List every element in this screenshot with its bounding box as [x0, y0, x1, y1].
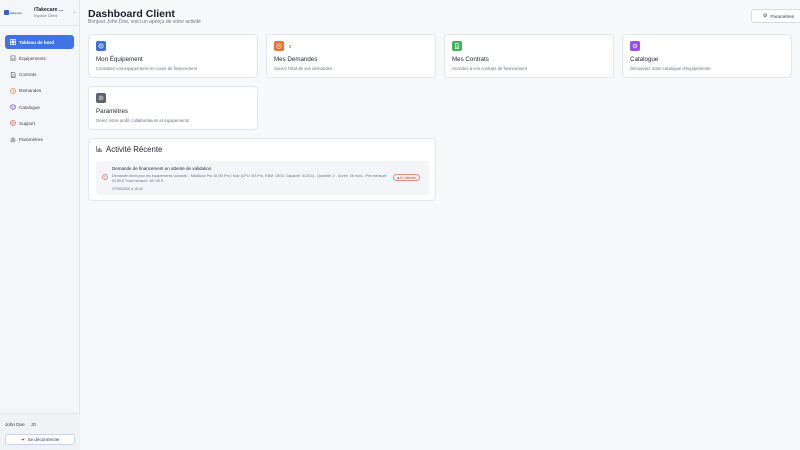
activity-description: Demande client pour les équipements suiv… [112, 174, 388, 183]
logout-button[interactable]: ⇥ Se déconnecter [5, 434, 75, 445]
clock-icon [9, 87, 16, 94]
status-badge-label: En attente [400, 175, 416, 180]
sidebar-item-catalogue[interactable]: Catalogue [5, 101, 74, 114]
card-mes-demandes[interactable]: 0 Mes Demandes Suivez l'état de vos dema… [266, 34, 436, 78]
sidebar-item-label: Catalogue [19, 104, 40, 110]
sidebar-item-label: Équipements [19, 55, 46, 61]
settings-label: Paramètres [770, 13, 795, 19]
box-icon [9, 104, 16, 111]
page-subtitle: Bonjour John Doe, voici un aperçu de vot… [88, 19, 201, 25]
card-title: Mon Équipement [96, 56, 143, 63]
sidebar-item-tableau-de-bord[interactable]: Tableau de bord [5, 35, 74, 49]
gear-icon [96, 93, 106, 103]
logout-icon: ⇥ [20, 436, 25, 443]
recent-activity-title: Activité Récente [106, 145, 163, 154]
help-icon [9, 120, 16, 127]
hourglass-icon: ⧗ [397, 175, 400, 180]
card-title: Mes Demandes [274, 56, 318, 63]
brand-name: iTakecare ... [34, 7, 64, 13]
dashboard-icon [9, 39, 16, 46]
sidebar-item-demandes[interactable]: Demandes [5, 84, 74, 97]
sidebar-item-label: Contrats [19, 72, 37, 78]
logo-mark [4, 10, 9, 15]
chevron-left-icon[interactable]: ‹ [73, 10, 75, 16]
user-name: John Doe [5, 421, 25, 427]
document-icon [9, 71, 16, 78]
clock-icon [274, 41, 284, 51]
logout-label: Se déconnecter [27, 437, 60, 442]
activity-date: 27/06/2025 à 16:42 [112, 187, 143, 191]
activity-title: Demande de financement en attente de val… [112, 166, 212, 171]
sidebar-item-parametres[interactable]: Paramètres [5, 133, 74, 146]
user-info: John Doe JD [5, 414, 75, 434]
card-description: Accédez à vos contrats de financement [452, 66, 527, 71]
document-icon [452, 41, 462, 51]
sidebar: itakecare iTakecare ... Espace Client ‹ … [0, 0, 80, 450]
recent-activity-panel: Activité Récente Demande de financement … [88, 138, 436, 201]
user-initials: JD [30, 421, 37, 427]
card-title: Catalogue [630, 56, 659, 63]
bar-chart-icon [96, 145, 102, 154]
sidebar-item-contrats[interactable]: Contrats [5, 68, 74, 81]
status-badge: ⧗ En attente [393, 174, 420, 181]
card-description: Découvrez notre catalogue d'équipements [630, 66, 711, 71]
gear-icon [9, 136, 16, 143]
sidebar-item-support[interactable]: Support [5, 117, 74, 130]
card-parametres[interactable]: Paramètres Gérez votre profil, collabora… [88, 86, 258, 130]
sidebar-nav: Tableau de bord Équipements Contrats Dem… [0, 26, 79, 146]
card-catalogue[interactable]: Catalogue Découvrez notre catalogue d'éq… [622, 34, 792, 78]
brand-logo[interactable]: itakecare [4, 9, 24, 17]
card-mes-contrats[interactable]: Mes Contrats Accédez à vos contrats de f… [444, 34, 614, 78]
monitor-icon [96, 41, 106, 51]
sidebar-item-label: Tableau de bord [19, 39, 55, 45]
card-title: Mes Contrats [452, 56, 489, 63]
activity-item[interactable]: Demande de financement en attente de val… [96, 161, 429, 195]
sidebar-item-label: Support [19, 120, 36, 126]
brand-header: itakecare iTakecare ... Espace Client ‹ [0, 0, 79, 26]
card-description: Consultez vos équipements en cours de fi… [96, 66, 198, 71]
gear-icon: ⚙ [762, 13, 768, 19]
logo-text: itakecare [10, 10, 23, 15]
sidebar-item-equipements[interactable]: Équipements [5, 52, 74, 65]
brand-text: iTakecare ... Espace Client [34, 7, 63, 18]
sidebar-item-label: Paramètres [19, 137, 43, 143]
sidebar-footer: John Doe JD ⇥ Se déconnecter [0, 413, 80, 450]
settings-button[interactable]: ⚙ Paramètres [751, 9, 800, 23]
box-icon [630, 41, 640, 51]
request-count-badge: 0 [289, 44, 292, 49]
card-title: Paramètres [96, 108, 128, 115]
laptop-icon [9, 55, 16, 62]
main-content: Dashboard Client Bonjour John Doe, voici… [80, 0, 800, 450]
sidebar-item-label: Demandes [19, 88, 42, 94]
alert-circle-icon [102, 174, 108, 180]
brand-subtitle: Espace Client [34, 14, 58, 18]
card-description: Gérez votre profil, collaborateurs et éq… [96, 118, 189, 123]
card-description: Suivez l'état de vos demandes [274, 66, 333, 71]
card-mon-equipement[interactable]: Mon Équipement Consultez vos équipements… [88, 34, 258, 78]
recent-activity-header: Activité Récente [96, 145, 162, 154]
